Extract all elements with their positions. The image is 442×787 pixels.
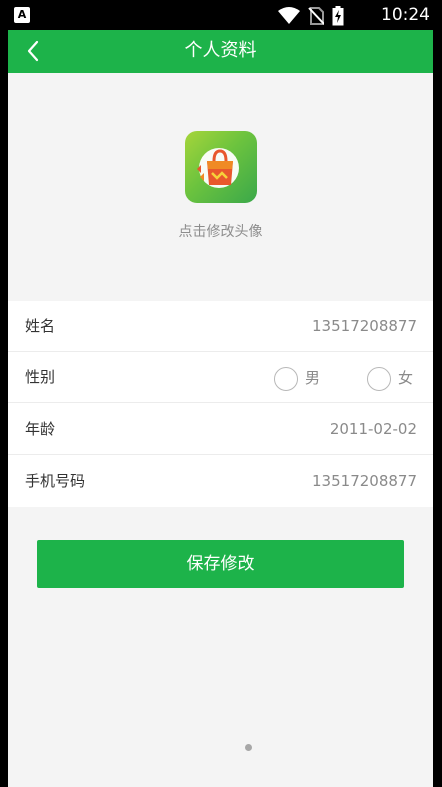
avatar[interactable] (185, 131, 257, 203)
avatar-section: 点击修改头像 (8, 73, 433, 301)
app-screen: 个人资料 点击修改头像 姓名 13517208877 性别 男 女 年龄 201… (8, 30, 433, 787)
status-icons (278, 6, 344, 26)
age-label: 年龄 (25, 420, 56, 438)
gender-female-label[interactable]: 女 (398, 368, 413, 388)
gender-radio-group: 男 女 (274, 364, 417, 392)
gender-male-radio[interactable] (274, 367, 298, 391)
gender-label: 性别 (25, 368, 56, 386)
name-row[interactable]: 姓名 13517208877 (8, 301, 433, 352)
phone-value[interactable]: 13517208877 (312, 471, 417, 491)
notification-badge: A (14, 7, 30, 23)
status-time: 10:24 (381, 5, 430, 25)
profile-form: 姓名 13517208877 性别 男 女 年龄 2011-02-02 手机号码… (8, 301, 433, 507)
no-sim-icon (308, 7, 324, 25)
wifi-icon (278, 7, 300, 24)
status-bar: A 10:24 (0, 0, 442, 30)
save-button[interactable]: 保存修改 (37, 540, 404, 588)
shopping-bag-logo (197, 148, 239, 188)
age-row[interactable]: 年龄 2011-02-02 (8, 404, 433, 455)
page-indicator-dot (245, 744, 252, 751)
gender-male-label[interactable]: 男 (305, 368, 320, 388)
phone-row[interactable]: 手机号码 13517208877 (8, 456, 433, 507)
phone-label: 手机号码 (25, 472, 86, 490)
age-value[interactable]: 2011-02-02 (330, 419, 417, 439)
battery-charging-icon (332, 6, 344, 26)
gender-female-radio[interactable] (367, 367, 391, 391)
name-label: 姓名 (25, 317, 56, 335)
change-avatar-hint[interactable]: 点击修改头像 (8, 223, 433, 241)
page-title: 个人资料 (184, 40, 257, 61)
title-bar: 个人资料 (8, 30, 433, 73)
gender-row: 性别 男 女 (8, 352, 433, 403)
name-value[interactable]: 13517208877 (312, 316, 417, 336)
